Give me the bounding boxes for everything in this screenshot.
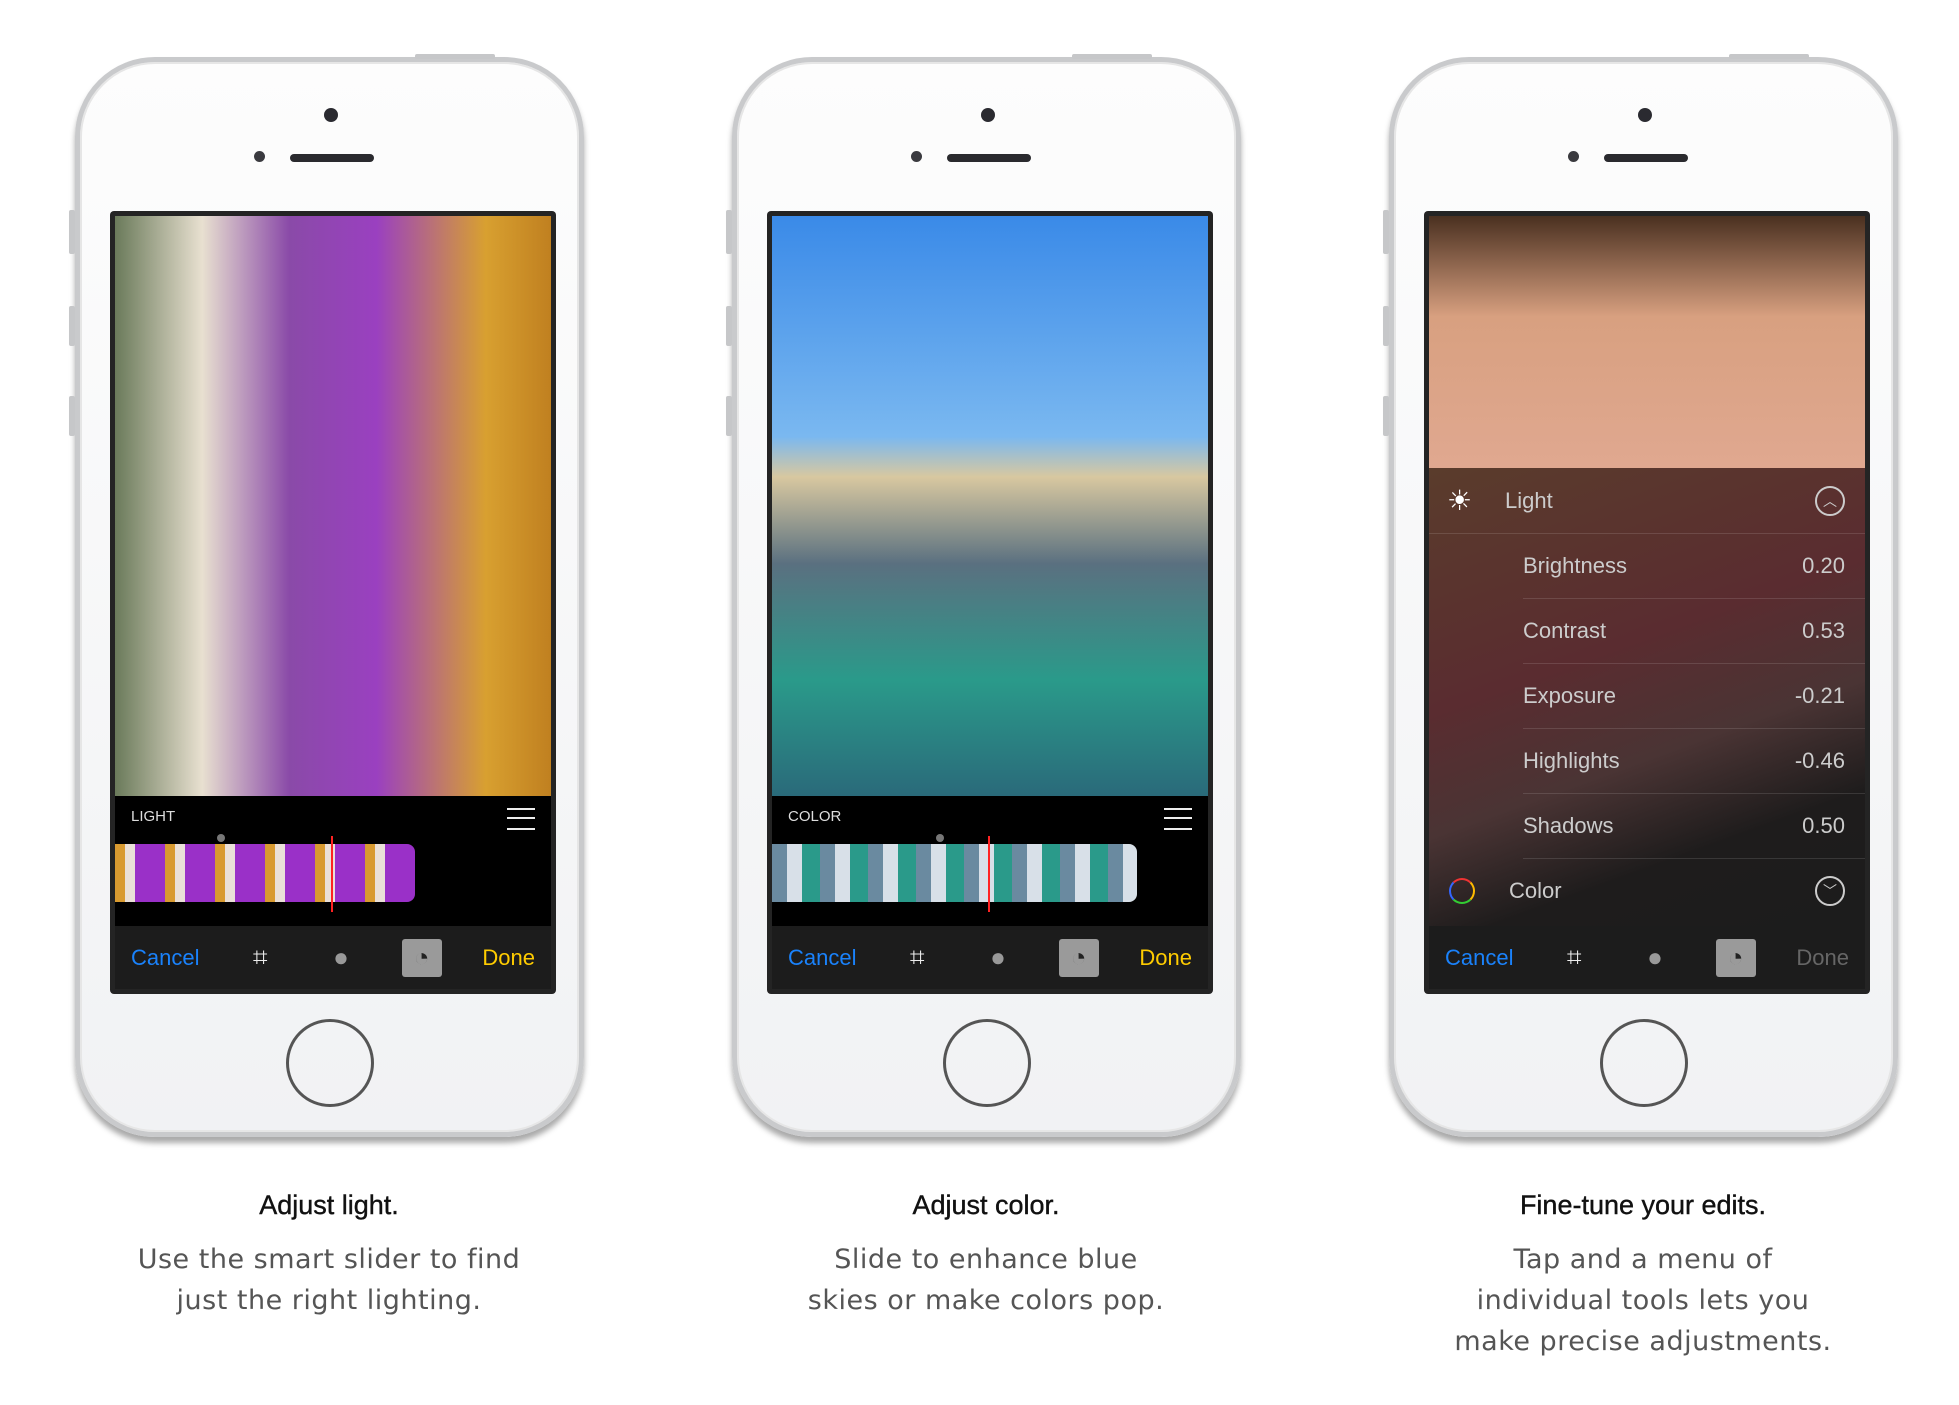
front-camera <box>1638 108 1652 122</box>
sensor <box>254 151 265 162</box>
section-label: Light <box>1505 487 1553 513</box>
caption-title: Adjust light. <box>259 1190 399 1220</box>
photo-girl-popsicle-porch <box>115 216 551 796</box>
photo-girl-beach-binoculars <box>772 216 1208 796</box>
sun-icon: ☀ <box>1447 485 1473 516</box>
crop-icon[interactable]: ⌗ <box>897 939 937 977</box>
section-label: Color <box>1509 877 1562 903</box>
item-label: Highlights <box>1523 747 1620 773</box>
photo-girl-face-closeup <box>1429 216 1865 468</box>
sensor <box>1568 151 1579 162</box>
menu-section-light[interactable]: ☀ Light ︿ <box>1429 468 1865 534</box>
front-camera <box>981 108 995 122</box>
earpiece-speaker <box>947 154 1031 162</box>
menu-item-highlights[interactable]: Highlights -0.46 <box>1523 728 1865 794</box>
item-value: 0.53 <box>1802 617 1845 643</box>
item-label: Contrast <box>1523 617 1607 643</box>
edit-toolbar: Cancel ⌗ ● ◔ Done <box>772 926 1208 989</box>
caption-title: Fine-tune your edits. <box>1519 1190 1767 1220</box>
done-button[interactable]: Done <box>1796 945 1849 971</box>
filters-icon[interactable]: ● <box>1635 939 1675 977</box>
mute-switch <box>726 210 732 254</box>
home-button[interactable] <box>943 1019 1031 1107</box>
iphone-light: LIGHT Cancel ⌗ ● ◔ Done <box>75 57 584 1137</box>
cancel-button[interactable]: Cancel <box>131 945 199 971</box>
caption-body: Use the smart slider to find just the ri… <box>137 1244 521 1316</box>
volume-up-button <box>726 306 732 346</box>
sensor <box>911 151 922 162</box>
cancel-button[interactable]: Cancel <box>1445 945 1513 971</box>
slider-position-dot <box>936 834 944 842</box>
screen: ☀ Light ︿ Brightness 0.20 Contrast 0.53 Exposur… <box>1424 211 1870 994</box>
screen: LIGHT Cancel ⌗ ● ◔ Done <box>110 211 556 994</box>
volume-down-button <box>726 396 732 436</box>
volume-up-button <box>1383 306 1389 346</box>
smart-slider-filmstrip[interactable] <box>772 844 1137 902</box>
smart-slider-panel: LIGHT <box>115 796 551 926</box>
volume-down-button <box>69 396 75 436</box>
slider-position-dot <box>217 834 225 842</box>
chevron-up-icon[interactable]: ︿ <box>1815 485 1845 516</box>
sleep-button <box>415 54 495 59</box>
crop-icon[interactable]: ⌗ <box>240 939 280 977</box>
caption: Adjust color. Slide to enhance blue skie… <box>726 1190 1246 1321</box>
mute-switch <box>1383 210 1389 254</box>
edit-toolbar: Cancel ⌗ ● ◔ Done <box>1429 926 1865 989</box>
earpiece-speaker <box>290 154 374 162</box>
sleep-button <box>1072 54 1152 59</box>
list-icon[interactable] <box>1164 808 1192 830</box>
control-label: LIGHT <box>131 808 176 825</box>
smart-slider-panel: COLOR <box>772 796 1208 926</box>
item-label: Brightness <box>1523 552 1627 578</box>
adjust-dial-icon[interactable]: ◔ <box>401 938 442 977</box>
menu-section-color[interactable]: Color ﹀ <box>1429 858 1865 923</box>
menu-item-brightness[interactable]: Brightness 0.20 <box>1523 533 1865 599</box>
done-button[interactable]: Done <box>482 945 535 971</box>
menu-item-shadows[interactable]: Shadows 0.50 <box>1523 793 1865 859</box>
caption-body: Tap and a menu of individual tools lets … <box>1454 1244 1832 1357</box>
edit-toolbar: Cancel ⌗ ● ◔ Done <box>115 926 551 989</box>
volume-down-button <box>1383 396 1389 436</box>
filters-icon[interactable]: ● <box>978 939 1018 977</box>
iphone-color: COLOR Cancel ⌗ ● ◔ Done <box>732 57 1241 1137</box>
done-button[interactable]: Done <box>1139 945 1192 971</box>
item-value: -0.21 <box>1794 682 1845 708</box>
caption: Adjust light. Use the smart slider to fi… <box>69 1190 589 1321</box>
cancel-button[interactable]: Cancel <box>788 945 856 971</box>
sleep-button <box>1729 54 1809 59</box>
adjust-dial-icon[interactable]: ◔ <box>1715 938 1756 977</box>
caption-title: Adjust color. <box>912 1190 1060 1220</box>
menu-item-contrast[interactable]: Contrast 0.53 <box>1523 598 1865 664</box>
adjustments-menu: ☀ Light ︿ Brightness 0.20 Contrast 0.53 Exposur… <box>1429 468 1865 926</box>
crop-icon[interactable]: ⌗ <box>1554 939 1594 977</box>
home-button[interactable] <box>286 1019 374 1107</box>
screen: COLOR Cancel ⌗ ● ◔ Done <box>767 211 1213 994</box>
smart-slider-filmstrip[interactable] <box>115 844 415 902</box>
item-label: Shadows <box>1523 812 1614 838</box>
control-label: COLOR <box>788 808 842 825</box>
item-value: 0.20 <box>1802 552 1845 578</box>
item-label: Exposure <box>1523 682 1616 708</box>
caption: Fine-tune your edits. Tap and a menu of … <box>1383 1190 1903 1362</box>
volume-up-button <box>69 306 75 346</box>
chevron-down-icon[interactable]: ﹀ <box>1815 875 1845 906</box>
slider-needle[interactable] <box>331 836 333 912</box>
list-icon[interactable] <box>507 808 535 830</box>
color-wheel-icon <box>1449 877 1475 904</box>
home-button[interactable] <box>1600 1019 1688 1107</box>
slider-needle[interactable] <box>988 836 990 912</box>
iphone-menu: ☀ Light ︿ Brightness 0.20 Contrast 0.53 Exposur… <box>1389 57 1898 1137</box>
caption-body: Slide to enhance blue skies or make colo… <box>807 1244 1165 1316</box>
mute-switch <box>69 210 75 254</box>
earpiece-speaker <box>1604 154 1688 162</box>
item-value: -0.46 <box>1794 747 1845 773</box>
filters-icon[interactable]: ● <box>321 939 361 977</box>
adjust-dial-icon[interactable]: ◔ <box>1058 938 1099 977</box>
item-value: 0.50 <box>1802 812 1845 838</box>
front-camera <box>324 108 338 122</box>
menu-item-exposure[interactable]: Exposure -0.21 <box>1523 663 1865 729</box>
